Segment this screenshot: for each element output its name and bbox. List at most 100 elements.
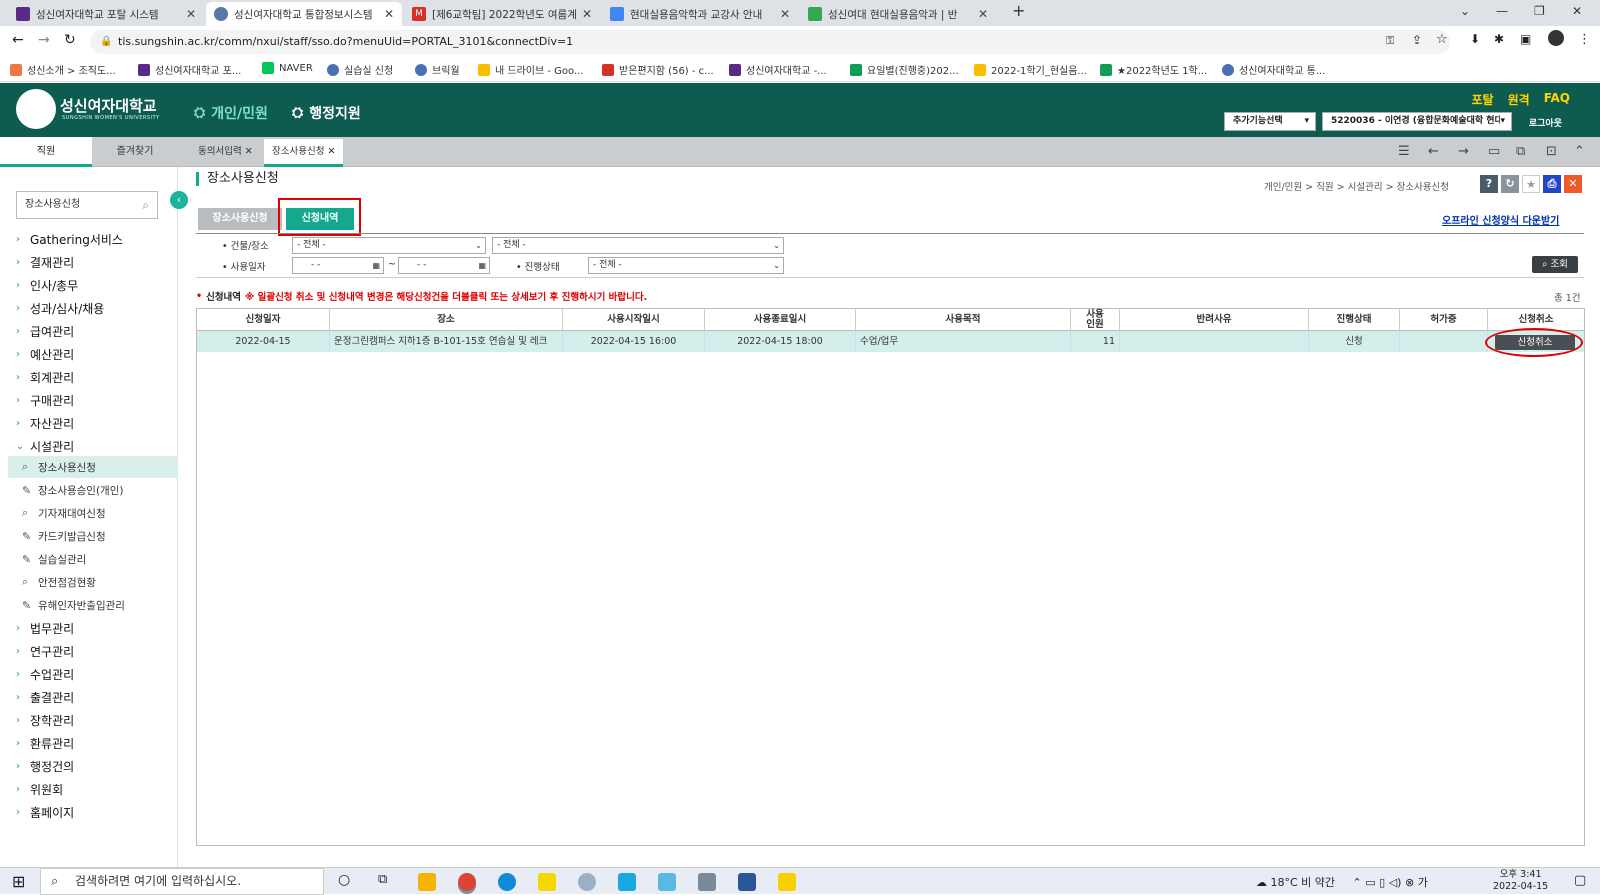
url-input[interactable]: 🔒 tis.sungshin.ac.kr/comm/nxui/staff/sso…: [90, 30, 1450, 54]
close-icon[interactable]: ✕: [582, 7, 592, 21]
sidebar-item-attendance[interactable]: › 출결관리: [16, 689, 74, 706]
sidebar-item-suggestion[interactable]: › 행정건의: [16, 758, 74, 775]
bookmark-item[interactable]: 성신여자대학교 포...: [138, 62, 241, 77]
calculator-icon[interactable]: [698, 873, 716, 891]
browser-tab[interactable]: 성신여자대학교 포탈 시스템 ✕: [8, 2, 204, 26]
notification-icon[interactable]: ▢: [1574, 873, 1586, 888]
battery-icon[interactable]: ▯: [1379, 876, 1385, 889]
offline-form-download-link[interactable]: 오프라인 신청양식 다운받기: [1442, 212, 1559, 227]
browser-tab[interactable]: 현대실용음악학과 교강사 안내 ✕: [602, 2, 798, 26]
browser-tab[interactable]: M [제6교학팀] 2022학년도 여름계 ✕: [404, 2, 600, 26]
sidebar-item-budget[interactable]: › 예산관리: [16, 346, 74, 363]
browser-tab-active[interactable]: 성신여자대학교 통합정보시스템 ✕: [206, 2, 402, 26]
minimize-button[interactable]: —: [1496, 4, 1508, 18]
window-close-button[interactable]: ✕: [1572, 4, 1582, 18]
sidebar-subitem-lab[interactable]: ✎ 실습실관리: [22, 548, 178, 570]
tray-chevron-icon[interactable]: ⌃: [1353, 876, 1362, 889]
sidebar-search-input[interactable]: 장소사용신청 ⌕: [16, 191, 158, 219]
maximize-button[interactable]: ❐: [1534, 4, 1545, 18]
sidebar-item-committee[interactable]: › 위원회: [16, 781, 63, 798]
close-icon[interactable]: ✕: [978, 7, 988, 21]
faq-link[interactable]: FAQ: [1544, 91, 1570, 108]
word-icon[interactable]: [738, 873, 756, 891]
star-icon[interactable]: ★: [1522, 175, 1540, 193]
table-cell[interactable]: 수업/업무: [856, 331, 1071, 352]
edge-icon[interactable]: [498, 873, 516, 891]
sidebar-subitem-hazard[interactable]: ✎ 유해인자반출입관리: [22, 594, 178, 616]
status-icon[interactable]: ⊗: [1405, 876, 1414, 889]
grid-header[interactable]: 반려사유: [1120, 309, 1309, 331]
back-icon[interactable]: ←: [12, 32, 24, 48]
menu-personal[interactable]: ⛭ 개인/민원: [194, 103, 268, 123]
close-icon[interactable]: ✕: [186, 7, 196, 21]
sidepanel-icon[interactable]: ▣: [1520, 32, 1531, 46]
new-tab-button[interactable]: +: [1012, 1, 1025, 20]
place-select[interactable]: - 전체 - ⌄: [492, 237, 784, 254]
sidebar-item-gathering[interactable]: › Gathering서비스: [16, 231, 123, 248]
table-cell[interactable]: 2022-04-15 18:00: [705, 331, 856, 352]
share-icon[interactable]: ⇪: [1412, 33, 1422, 47]
bookmark-item[interactable]: 성신여자대학교 통...: [1222, 62, 1325, 77]
task-view-icon[interactable]: ⧉: [378, 872, 387, 887]
sidebar-item-facilities[interactable]: ⌄ 시설관리: [16, 438, 74, 455]
taskbar-clock[interactable]: 오후 3:41 2022-04-15: [1493, 869, 1548, 893]
grid-header[interactable]: 진행상태: [1309, 309, 1400, 331]
volume-icon[interactable]: ◁): [1389, 876, 1402, 889]
open-tab-place-request[interactable]: 장소사용신청 ✕: [264, 139, 344, 167]
bookmark-item[interactable]: ★2022학년도 1학...: [1100, 62, 1207, 77]
sidebar-item-hr[interactable]: › 인사/총무: [16, 277, 78, 294]
building-select[interactable]: - 전체 - ⌄: [292, 237, 486, 254]
extension-icon[interactable]: ⬇: [1470, 32, 1480, 46]
print-icon[interactable]: ⎙: [1543, 175, 1561, 193]
date-to-input[interactable]: - - ▦: [398, 257, 490, 274]
network-icon[interactable]: ▭: [1365, 876, 1375, 889]
sidebar-item-feedback[interactable]: › 환류관리: [16, 735, 74, 752]
logout-button[interactable]: 로그아웃: [1529, 116, 1562, 129]
more-menu-icon[interactable]: ⋮: [1578, 32, 1591, 47]
table-cell[interactable]: 2022-04-15: [197, 331, 330, 352]
grid-header[interactable]: 장소: [330, 309, 563, 331]
list-icon[interactable]: ☰: [1398, 144, 1410, 159]
search-icon[interactable]: ⌕: [142, 192, 149, 218]
bookmark-item[interactable]: 성신여자대학교 -...: [729, 62, 827, 77]
weather-icon[interactable]: ☁: [1256, 876, 1267, 889]
close-icon[interactable]: ✕: [1564, 175, 1582, 193]
reload-icon[interactable]: ↻: [64, 32, 76, 48]
prev-arrow-icon[interactable]: ←: [1428, 144, 1439, 159]
sidebar-collapse-button[interactable]: ‹: [170, 191, 188, 209]
search-button[interactable]: ⌕ 조회: [1532, 256, 1578, 273]
weather-text[interactable]: 18°C 비 약간: [1271, 876, 1336, 889]
app-icon[interactable]: [618, 873, 636, 891]
user-select[interactable]: 5220036 - 이연경 (융합문화예술대학 현대 ▾: [1322, 112, 1512, 131]
bookmark-item[interactable]: 2022-1학기_현실음...: [974, 62, 1087, 77]
tab-staff[interactable]: 직원: [0, 137, 92, 167]
subtab-apply[interactable]: 장소사용신청: [198, 208, 282, 230]
bookmark-item[interactable]: 성신소개 > 조직도...: [10, 62, 116, 77]
refresh-icon[interactable]: ↻: [1501, 175, 1519, 193]
grid-header[interactable]: 허가증: [1400, 309, 1488, 331]
bookmark-item[interactable]: 실습실 신청: [327, 62, 393, 77]
bookmark-item[interactable]: 내 드라이브 - Goo...: [478, 62, 584, 77]
collapse-up-icon[interactable]: ⌃: [1574, 144, 1585, 159]
sidebar-subitem-cardkey[interactable]: ✎ 카드키발급신청: [22, 525, 178, 547]
cortana-icon[interactable]: ○: [338, 872, 350, 888]
table-cell[interactable]: [1120, 331, 1309, 352]
profile-avatar[interactable]: [1548, 30, 1564, 46]
sidebar-subitem-place-approval[interactable]: ✎ 장소사용승인(개인): [22, 479, 178, 501]
help-icon[interactable]: ?: [1480, 175, 1498, 193]
sidebar-item-performance[interactable]: › 성과/심사/채용: [16, 300, 104, 317]
grid-header[interactable]: 사용종료일시: [705, 309, 856, 331]
ime-icon[interactable]: 가: [1418, 876, 1428, 889]
popup-icon[interactable]: ⊡: [1546, 144, 1557, 159]
bookmark-item[interactable]: 요일별(진행중)202...: [850, 62, 959, 77]
browser-tab[interactable]: 성신여대 현대실용음악과 | 반 ✕: [800, 2, 996, 26]
sidebar-item-purchase[interactable]: › 구매관리: [16, 392, 74, 409]
table-cell[interactable]: 운정그린캠퍼스 지하1층 B-101-15호 연습실 및 레크: [330, 331, 563, 352]
tile-icon[interactable]: ⧉: [1516, 144, 1525, 159]
open-tab-consent[interactable]: 동의서입력 ✕: [190, 139, 261, 167]
tab-search-icon[interactable]: ⌄: [1460, 4, 1470, 18]
sidebar-item-approval[interactable]: › 결재관리: [16, 254, 74, 271]
bookmark-star-icon[interactable]: ☆: [1436, 32, 1448, 47]
app-icon[interactable]: [658, 873, 676, 891]
close-icon[interactable]: ✕: [780, 7, 790, 21]
